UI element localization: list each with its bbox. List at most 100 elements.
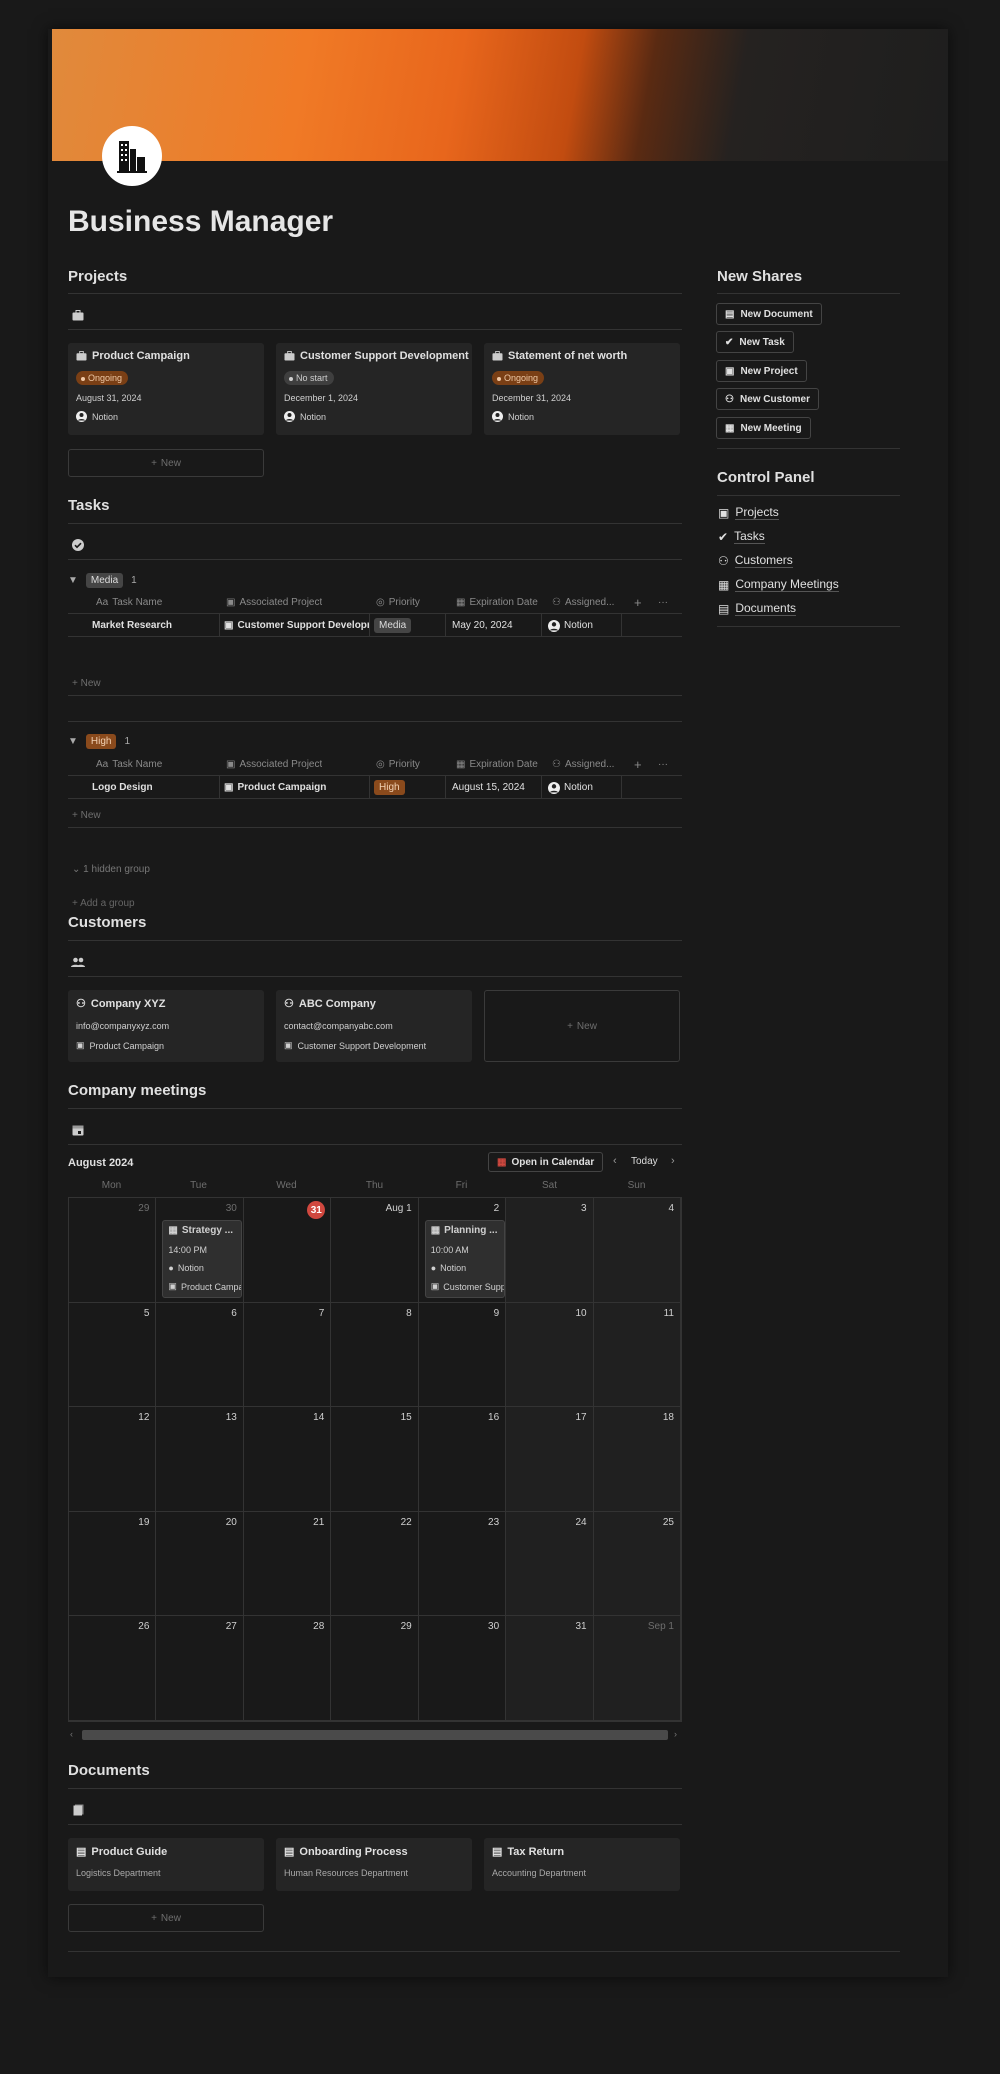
prev-month-icon[interactable]: ‹: [613, 1155, 617, 1167]
project-card[interactable]: Customer Support Development No start De…: [276, 343, 472, 435]
calendar-day[interactable]: Sep 1: [593, 1616, 681, 1721]
column-task-name[interactable]: Aa Task Name: [96, 753, 162, 775]
column-associated-project[interactable]: ▣ Associated Project: [226, 753, 322, 775]
new-project-share-button[interactable]: ▣ New Project: [716, 360, 807, 382]
calendar-day[interactable]: 31: [506, 1616, 594, 1721]
caret-down-icon[interactable]: ▼: [68, 736, 78, 747]
today-button[interactable]: Today: [631, 1156, 658, 1167]
task-name[interactable]: Market Research: [68, 614, 220, 637]
calendar-day[interactable]: 26: [69, 1616, 157, 1721]
new-project-button[interactable]: + New: [68, 449, 264, 477]
new-meeting-share-button[interactable]: ▦ New Meeting: [716, 417, 811, 439]
calendar-day[interactable]: 18: [593, 1407, 681, 1512]
table-row[interactable]: Market Research ▣ Customer Support Develo…: [68, 613, 682, 637]
scroll-right-icon[interactable]: ›: [674, 1729, 677, 1739]
new-customer-button[interactable]: + New: [484, 990, 680, 1062]
calendar-day[interactable]: 17: [506, 1407, 594, 1512]
table-row[interactable]: Logo Design ▣ Product Campaign High Augus…: [68, 775, 682, 799]
calendar-day[interactable]: 24: [506, 1511, 594, 1617]
calendar-day[interactable]: 27: [156, 1616, 244, 1721]
calendar-day[interactable]: 22: [331, 1511, 419, 1617]
calendar-day[interactable]: 31: [243, 1198, 332, 1303]
new-task-share-button[interactable]: ✔ New Task: [716, 331, 794, 353]
calendar-day[interactable]: 30: [418, 1616, 507, 1721]
customers-title[interactable]: Customers: [68, 914, 146, 931]
customer-card[interactable]: ⚇ ABC Company contact@companyabc.com ▣ Cus…: [276, 990, 472, 1062]
open-in-calendar-button[interactable]: ▦ Open in Calendar: [488, 1152, 604, 1172]
task-name[interactable]: Logo Design: [68, 776, 220, 799]
hidden-group-toggle[interactable]: ⌄ 1 hidden group: [72, 864, 150, 875]
calendar-day[interactable]: 16: [418, 1407, 507, 1512]
column-associated-project[interactable]: ▣ Associated Project: [226, 591, 322, 613]
column-task-name[interactable]: Aa Task Name: [96, 591, 162, 613]
calendar-day[interactable]: 13: [156, 1407, 244, 1512]
more-icon[interactable]: ···: [658, 591, 668, 613]
add-column-icon[interactable]: +: [634, 591, 642, 613]
assigned-cell[interactable]: Notion: [542, 776, 622, 799]
calendar-event[interactable]: ▦ Strategy ... 14:00 PM ● Notion ▣ Product Cam…: [162, 1220, 243, 1298]
briefcase-icon[interactable]: [70, 307, 86, 323]
expiration-date[interactable]: August 15, 2024: [446, 776, 542, 799]
control-panel-customers[interactable]: ⚇ Customers: [718, 553, 793, 568]
task-group-media[interactable]: ▼ Media 1: [68, 573, 137, 588]
document-card[interactable]: ▤ Product Guide Logistics Department: [68, 1838, 264, 1891]
document-card[interactable]: ▤ Onboarding Process Human Resources Depa…: [276, 1838, 472, 1891]
calendar-day[interactable]: 20: [156, 1511, 244, 1617]
calendar-day[interactable]: 11: [593, 1302, 681, 1408]
associated-project[interactable]: ▣ Product Campaign: [220, 776, 370, 799]
meetings-title[interactable]: Company meetings: [68, 1082, 206, 1099]
document-icon[interactable]: [70, 1802, 86, 1818]
add-task-button[interactable]: + New: [72, 678, 101, 689]
new-customer-share-button[interactable]: ⚇ New Customer: [716, 388, 819, 410]
add-group-button[interactable]: + Add a group: [72, 898, 135, 909]
cover-image[interactable]: [52, 29, 948, 161]
control-panel-tasks[interactable]: ✔ Tasks: [718, 529, 765, 544]
column-assigned[interactable]: ⚇ Assigned...: [552, 591, 614, 613]
calendar-day[interactable]: 5: [69, 1302, 157, 1408]
calendar-day[interactable]: 6: [156, 1302, 244, 1408]
calendar-day[interactable]: 19: [69, 1511, 157, 1617]
calendar-day[interactable]: 29: [331, 1616, 419, 1721]
calendar-day[interactable]: 25: [593, 1511, 681, 1617]
calendar-day[interactable]: 12: [69, 1407, 157, 1512]
tasks-title[interactable]: Tasks: [68, 497, 109, 514]
add-column-icon[interactable]: +: [634, 753, 642, 775]
calendar-day[interactable]: 29: [69, 1198, 157, 1303]
document-card[interactable]: ▤ Tax Return Accounting Department: [484, 1838, 680, 1891]
calendar-day[interactable]: 21: [243, 1511, 332, 1617]
expiration-date[interactable]: May 20, 2024: [446, 614, 542, 637]
add-task-button[interactable]: + New: [72, 810, 101, 821]
column-priority[interactable]: ◎ Priority: [376, 753, 420, 775]
calendar-day[interactable]: Aug 1: [331, 1198, 419, 1303]
control-panel-company-meetings[interactable]: ▦ Company Meetings: [718, 577, 839, 592]
customer-card[interactable]: ⚇ Company XYZ info@companyxyz.com ▣ Produc…: [68, 990, 264, 1062]
calendar-day[interactable]: 4: [593, 1198, 681, 1303]
calendar-day[interactable]: 10: [506, 1302, 594, 1408]
calendar-day[interactable]: 14: [243, 1407, 332, 1512]
calendar-day[interactable]: 8: [331, 1302, 419, 1408]
task-group-high[interactable]: ▼ High 1: [68, 734, 130, 749]
column-expiration-date[interactable]: ▦ Expiration Date: [456, 591, 538, 613]
calendar-day[interactable]: 9: [418, 1302, 507, 1408]
more-icon[interactable]: ···: [658, 753, 668, 775]
calendar-day[interactable]: 7: [243, 1302, 332, 1408]
column-expiration-date[interactable]: ▦ Expiration Date: [456, 753, 538, 775]
calendar-day[interactable]: 2 ▦ Planning ... 10:00 AM ● Notion ▣ Customer S…: [418, 1198, 507, 1303]
check-circle-icon[interactable]: [70, 537, 86, 553]
calendar-event[interactable]: ▦ Planning ... 10:00 AM ● Notion ▣ Customer Su…: [424, 1220, 505, 1298]
calendar-day[interactable]: 15: [331, 1407, 419, 1512]
control-panel-documents[interactable]: ▤ Documents: [718, 601, 797, 616]
scroll-left-icon[interactable]: ‹: [70, 1729, 73, 1739]
documents-title[interactable]: Documents: [68, 1762, 150, 1779]
priority-cell[interactable]: High: [370, 776, 446, 799]
assigned-cell[interactable]: Notion: [542, 614, 622, 637]
projects-title[interactable]: Projects: [68, 268, 127, 285]
calendar-day[interactable]: 23: [418, 1511, 507, 1617]
control-panel-projects[interactable]: ▣ Projects: [718, 505, 779, 520]
next-month-icon[interactable]: ›: [671, 1155, 675, 1167]
calendar-day[interactable]: 30 ▦ Strategy ... 14:00 PM ● Notion ▣ Product C…: [156, 1198, 244, 1303]
associated-project[interactable]: ▣Customer Support Development: [220, 614, 370, 637]
people-icon[interactable]: [70, 954, 86, 970]
project-card[interactable]: Statement of net worth Ongoing December …: [484, 343, 680, 435]
caret-down-icon[interactable]: ▼: [68, 575, 78, 586]
